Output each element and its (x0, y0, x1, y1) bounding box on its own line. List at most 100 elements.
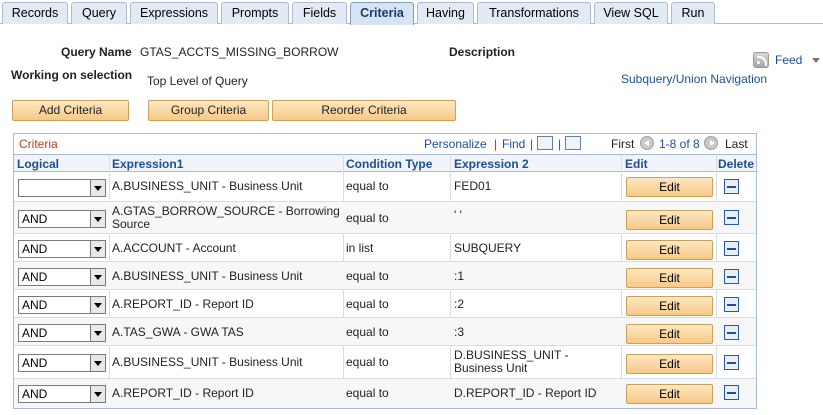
logical-select[interactable]: AND (18, 268, 106, 286)
logical-select[interactable] (18, 179, 106, 197)
query-name-label: Query Name (61, 45, 132, 59)
tab-records[interactable]: Records (2, 2, 68, 24)
tab-view-sql[interactable]: View SQL (594, 2, 668, 24)
logical-select[interactable]: AND (18, 385, 106, 403)
expression1-cell: A.BUSINESS_UNIT - Business Unit (112, 355, 303, 369)
expression2-cell: D.BUSINESS_UNIT - Business Unit (454, 348, 569, 375)
condition-type-cell: equal to (346, 211, 389, 225)
dropdown-arrow-icon (90, 211, 105, 227)
edit-button[interactable]: Edit (626, 268, 713, 288)
last-label: Last (725, 137, 748, 151)
dropdown-arrow-icon (90, 269, 105, 285)
delete-row-icon[interactable] (724, 210, 739, 225)
expression1-cell: A.REPORT_ID - Report ID (112, 386, 254, 400)
condition-type-cell: in list (346, 241, 374, 255)
dropdown-arrow-icon (90, 325, 105, 341)
table-row: AND A.REPORT_ID - Report ID equal to D.R… (14, 379, 756, 408)
nav-separator: | (530, 137, 534, 151)
tab-transformations[interactable]: Transformations (477, 2, 591, 24)
logical-select[interactable]: AND (18, 210, 106, 228)
delete-row-icon[interactable] (724, 385, 739, 400)
delete-row-icon[interactable] (724, 297, 739, 312)
description-label: Description (449, 45, 516, 59)
dropdown-arrow-icon (90, 297, 105, 313)
delete-row-icon[interactable] (724, 241, 739, 256)
expression2-cell: :3 (454, 325, 465, 339)
column-header-condition-type[interactable]: Condition Type (346, 157, 432, 171)
table-row: AND A.GTAS_BORROW_SOURCE - Borrowing Sou… (14, 202, 756, 234)
first-label: First (611, 137, 635, 151)
expression1-cell: A.GTAS_BORROW_SOURCE - Borrowing Source (112, 204, 340, 231)
condition-type-cell: equal to (346, 355, 389, 369)
dropdown-arrow-icon (90, 180, 105, 196)
delete-row-icon[interactable] (724, 355, 739, 370)
edit-button[interactable]: Edit (626, 354, 713, 374)
expression2-cell: ' ' (454, 208, 462, 222)
edit-button[interactable]: Edit (626, 296, 713, 316)
dropdown-arrow-icon (90, 386, 105, 402)
feed-button[interactable]: Feed (753, 51, 821, 69)
tab-bar: Records Query Expressions Prompts Fields… (0, 0, 823, 25)
delete-row-icon[interactable] (724, 325, 739, 340)
query-name-value: GTAS_ACCTS_MISSING_BORROW (140, 45, 339, 59)
personalize-link[interactable]: Personalize (424, 137, 487, 151)
previous-page-icon[interactable] (640, 136, 654, 150)
expression1-cell: A.ACCOUNT - Account (112, 241, 236, 255)
edit-button[interactable]: Edit (626, 210, 713, 230)
logical-select[interactable]: AND (18, 324, 106, 342)
dropdown-arrow-icon (90, 241, 105, 257)
expression1-cell: A.TAS_GWA - GWA TAS (112, 325, 244, 339)
table-row: A.BUSINESS_UNIT - Business Unit equal to… (14, 173, 756, 202)
tab-expressions[interactable]: Expressions (130, 2, 218, 24)
working-on-selection-label: Working on selection (11, 68, 133, 82)
add-criteria-button[interactable]: Add Criteria (12, 100, 129, 121)
condition-type-cell: equal to (346, 297, 389, 311)
logical-select[interactable]: AND (18, 240, 106, 258)
dropdown-arrow-icon (90, 355, 105, 371)
edit-button[interactable]: Edit (626, 384, 713, 404)
column-header-edit: Edit (625, 157, 648, 171)
edit-button[interactable]: Edit (626, 240, 713, 260)
find-link[interactable]: Find (502, 137, 525, 151)
condition-type-cell: equal to (346, 386, 389, 400)
expression1-cell: A.BUSINESS_UNIT - Business Unit (112, 269, 303, 283)
grid-header-row: Logical Expression1 Condition Type Expre… (14, 154, 756, 172)
page-range: 1-8 of 8 (659, 137, 700, 151)
tab-prompts[interactable]: Prompts (221, 2, 289, 24)
column-header-delete: Delete (718, 157, 755, 171)
group-criteria-button[interactable]: Group Criteria (148, 100, 269, 121)
edit-button[interactable]: Edit (626, 324, 713, 344)
subquery-union-navigation-link[interactable]: Subquery/Union Navigation (621, 72, 767, 86)
delete-row-icon[interactable] (724, 179, 739, 194)
table-row: AND A.TAS_GWA - GWA TAS equal to :3 Edit (14, 318, 756, 346)
reorder-criteria-button[interactable]: Reorder Criteria (272, 100, 456, 121)
rss-feed-icon (753, 52, 769, 68)
nav-separator: | (558, 137, 562, 151)
tab-criteria[interactable]: Criteria (350, 2, 414, 25)
logical-select[interactable]: AND (18, 296, 106, 314)
working-on-selection-value: Top Level of Query (147, 74, 248, 88)
view-all-icon[interactable] (537, 136, 553, 150)
tab-fields[interactable]: Fields (292, 2, 347, 24)
tab-run[interactable]: Run (671, 2, 715, 24)
tab-query[interactable]: Query (71, 2, 127, 24)
column-header-expression2[interactable]: Expression 2 (454, 157, 529, 171)
table-row: AND A.REPORT_ID - Report ID equal to :2 … (14, 290, 756, 318)
download-spreadsheet-icon[interactable] (565, 136, 581, 150)
chevron-down-icon (812, 57, 821, 63)
edit-button[interactable]: Edit (626, 177, 713, 197)
delete-row-icon[interactable] (724, 269, 739, 284)
tab-having[interactable]: Having (417, 2, 474, 24)
nav-separator: | (494, 137, 498, 151)
condition-type-cell: equal to (346, 269, 389, 283)
logical-select[interactable]: AND (18, 354, 106, 372)
column-header-logical[interactable]: Logical (17, 157, 59, 171)
expression2-cell: FED01 (454, 179, 492, 193)
next-page-icon[interactable] (704, 136, 718, 150)
table-row: AND A.BUSINESS_UNIT - Business Unit equa… (14, 346, 756, 379)
table-row: AND A.BUSINESS_UNIT - Business Unit equa… (14, 262, 756, 290)
grid-title: Criteria (19, 137, 58, 151)
expression1-cell: A.BUSINESS_UNIT - Business Unit (112, 179, 303, 193)
column-header-expression1[interactable]: Expression1 (112, 157, 183, 171)
expression2-cell: :1 (454, 269, 465, 283)
